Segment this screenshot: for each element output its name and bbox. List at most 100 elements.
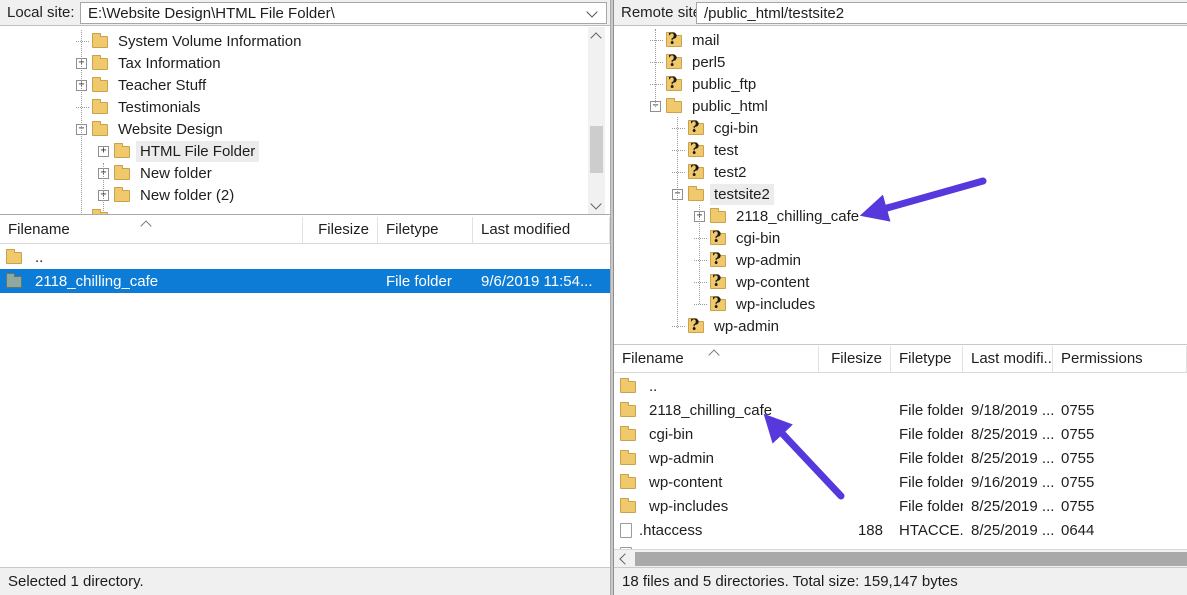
tree-connector (694, 282, 707, 283)
tree-item[interactable]: test (614, 139, 1187, 161)
tree-guide-line (103, 163, 104, 215)
folder-icon (620, 405, 636, 417)
tree-item[interactable]: cgi-bin (614, 117, 1187, 139)
local-site-bar: Local site: (0, 0, 610, 26)
file-row-parent-dir[interactable]: .. (0, 245, 610, 269)
local-tree: System Volume Information Tax Informatio… (0, 27, 610, 215)
horizontal-scrollbar[interactable] (614, 549, 1187, 567)
scroll-left-icon[interactable] (619, 553, 630, 564)
tree-item-html-file-folder[interactable]: HTML File Folder (0, 140, 610, 162)
file-row[interactable]: cgi-bin File folder 8/25/2019 ... 0755 (614, 422, 1187, 446)
folder-icon (710, 211, 726, 223)
tree-vertical-scrollbar[interactable] (588, 27, 605, 215)
tree-connector (650, 40, 663, 41)
local-panel: Local site: System Volume Information Ta… (0, 0, 610, 595)
tree-connector (694, 260, 707, 261)
folder-question-icon (688, 145, 704, 157)
file-row-2118-chilling-cafe[interactable]: 2118_chilling_cafe File folder 9/18/2019… (614, 398, 1187, 422)
file-row-parent-dir[interactable]: .. (614, 374, 1187, 398)
remote-site-bar: Remote site: (614, 0, 1187, 26)
local-list-header: Filename Filesize Filetype Last modified (0, 217, 610, 244)
tree-item-testsite2[interactable]: testsite2 (614, 183, 1187, 205)
file-row-partial[interactable] (614, 542, 1187, 549)
column-header-permissions[interactable]: Permissions (1053, 346, 1187, 372)
folder-icon (620, 501, 636, 513)
tree-item[interactable]: New folder (2) (0, 184, 610, 206)
tree-item-website-design[interactable]: Website Design (0, 118, 610, 140)
column-header-filetype[interactable]: Filetype (891, 346, 963, 372)
tree-connector (672, 172, 685, 173)
folder-icon (666, 101, 682, 113)
scroll-up-icon[interactable] (590, 32, 601, 43)
scrollbar-thumb[interactable] (590, 126, 603, 173)
local-path-input[interactable] (81, 3, 606, 23)
folder-icon (92, 58, 108, 70)
file-row[interactable]: wp-content File folder 9/16/2019 ... 075… (614, 470, 1187, 494)
tree-item[interactable]: mail (614, 29, 1187, 51)
folder-question-icon (688, 321, 704, 333)
tree-connector (650, 84, 663, 85)
folder-icon (620, 477, 636, 489)
tree-item-partial[interactable] (0, 206, 610, 215)
tree-connector (76, 41, 89, 42)
scrollbar-thumb[interactable] (635, 552, 1187, 566)
folder-icon (620, 381, 636, 393)
file-row-2118-chilling-cafe[interactable]: 2118_chilling_cafe File folder 9/6/2019 … (0, 269, 610, 293)
remote-path-combobox[interactable] (696, 2, 1187, 24)
folder-icon (6, 252, 22, 264)
tree-item[interactable]: Testimonials (0, 96, 610, 118)
file-icon (620, 523, 632, 538)
folder-icon (6, 276, 22, 288)
remote-tree: mail perl5 public_ftp public_html cgi-bi… (614, 27, 1187, 345)
folder-question-icon (710, 233, 726, 245)
sort-ascending-icon (708, 349, 719, 360)
tree-item[interactable]: New folder (0, 162, 610, 184)
file-row[interactable]: wp-admin File folder 8/25/2019 ... 0755 (614, 446, 1187, 470)
local-path-combobox[interactable] (80, 2, 607, 24)
folder-icon (92, 36, 108, 48)
tree-item[interactable]: test2 (614, 161, 1187, 183)
file-row[interactable]: wp-includes File folder 8/25/2019 ... 07… (614, 494, 1187, 518)
column-header-filetype[interactable]: Filetype (378, 217, 473, 243)
column-header-last-modified[interactable]: Last modifi... (963, 346, 1053, 372)
folder-question-icon (666, 57, 682, 69)
folder-question-icon (666, 35, 682, 47)
filezilla-file-panes: Local site: System Volume Information Ta… (0, 0, 1187, 595)
column-header-filename[interactable]: Filename (614, 346, 819, 372)
folder-icon (92, 212, 108, 216)
tree-item[interactable]: perl5 (614, 51, 1187, 73)
tree-guide-line (655, 29, 656, 107)
folder-question-icon (710, 277, 726, 289)
local-status-text: Selected 1 directory. (0, 567, 610, 595)
folder-question-icon (710, 299, 726, 311)
file-row-htaccess[interactable]: .htaccess 188 HTACCE... 8/25/2019 ... 06… (614, 518, 1187, 542)
local-file-list: .. 2118_chilling_cafe File folder 9/6/20… (0, 245, 610, 567)
tree-guide-line (677, 117, 678, 328)
tree-item[interactable]: Teacher Stuff (0, 74, 610, 96)
tree-item[interactable]: Tax Information (0, 52, 610, 74)
scroll-down-icon[interactable] (590, 198, 601, 209)
remote-file-list: .. 2118_chilling_cafe File folder 9/18/2… (614, 374, 1187, 549)
remote-list-header: Filename Filesize Filetype Last modifi..… (614, 346, 1187, 373)
tree-guide-line (81, 30, 82, 215)
folder-question-icon (710, 255, 726, 267)
tree-connector (76, 107, 89, 108)
column-header-last-modified[interactable]: Last modified (473, 217, 610, 243)
tree-item-public-html[interactable]: public_html (614, 95, 1187, 117)
tree-guide-line (699, 205, 700, 304)
tree-item[interactable]: public_ftp (614, 73, 1187, 95)
column-header-filesize[interactable]: Filesize (819, 346, 891, 372)
folder-icon (114, 146, 130, 158)
folder-icon (688, 189, 704, 201)
column-header-filesize[interactable]: Filesize (303, 217, 378, 243)
remote-status-text: 18 files and 5 directories. Total size: … (614, 567, 1187, 595)
expand-plus-icon[interactable] (98, 146, 109, 157)
folder-icon (114, 168, 130, 180)
remote-path-input[interactable] (697, 3, 1187, 23)
column-header-filename[interactable]: Filename (0, 217, 303, 243)
tree-item[interactable]: System Volume Information (0, 30, 610, 52)
folder-icon (92, 124, 108, 136)
folder-icon (620, 453, 636, 465)
folder-icon (92, 80, 108, 92)
tree-item[interactable]: wp-admin (614, 315, 1187, 337)
